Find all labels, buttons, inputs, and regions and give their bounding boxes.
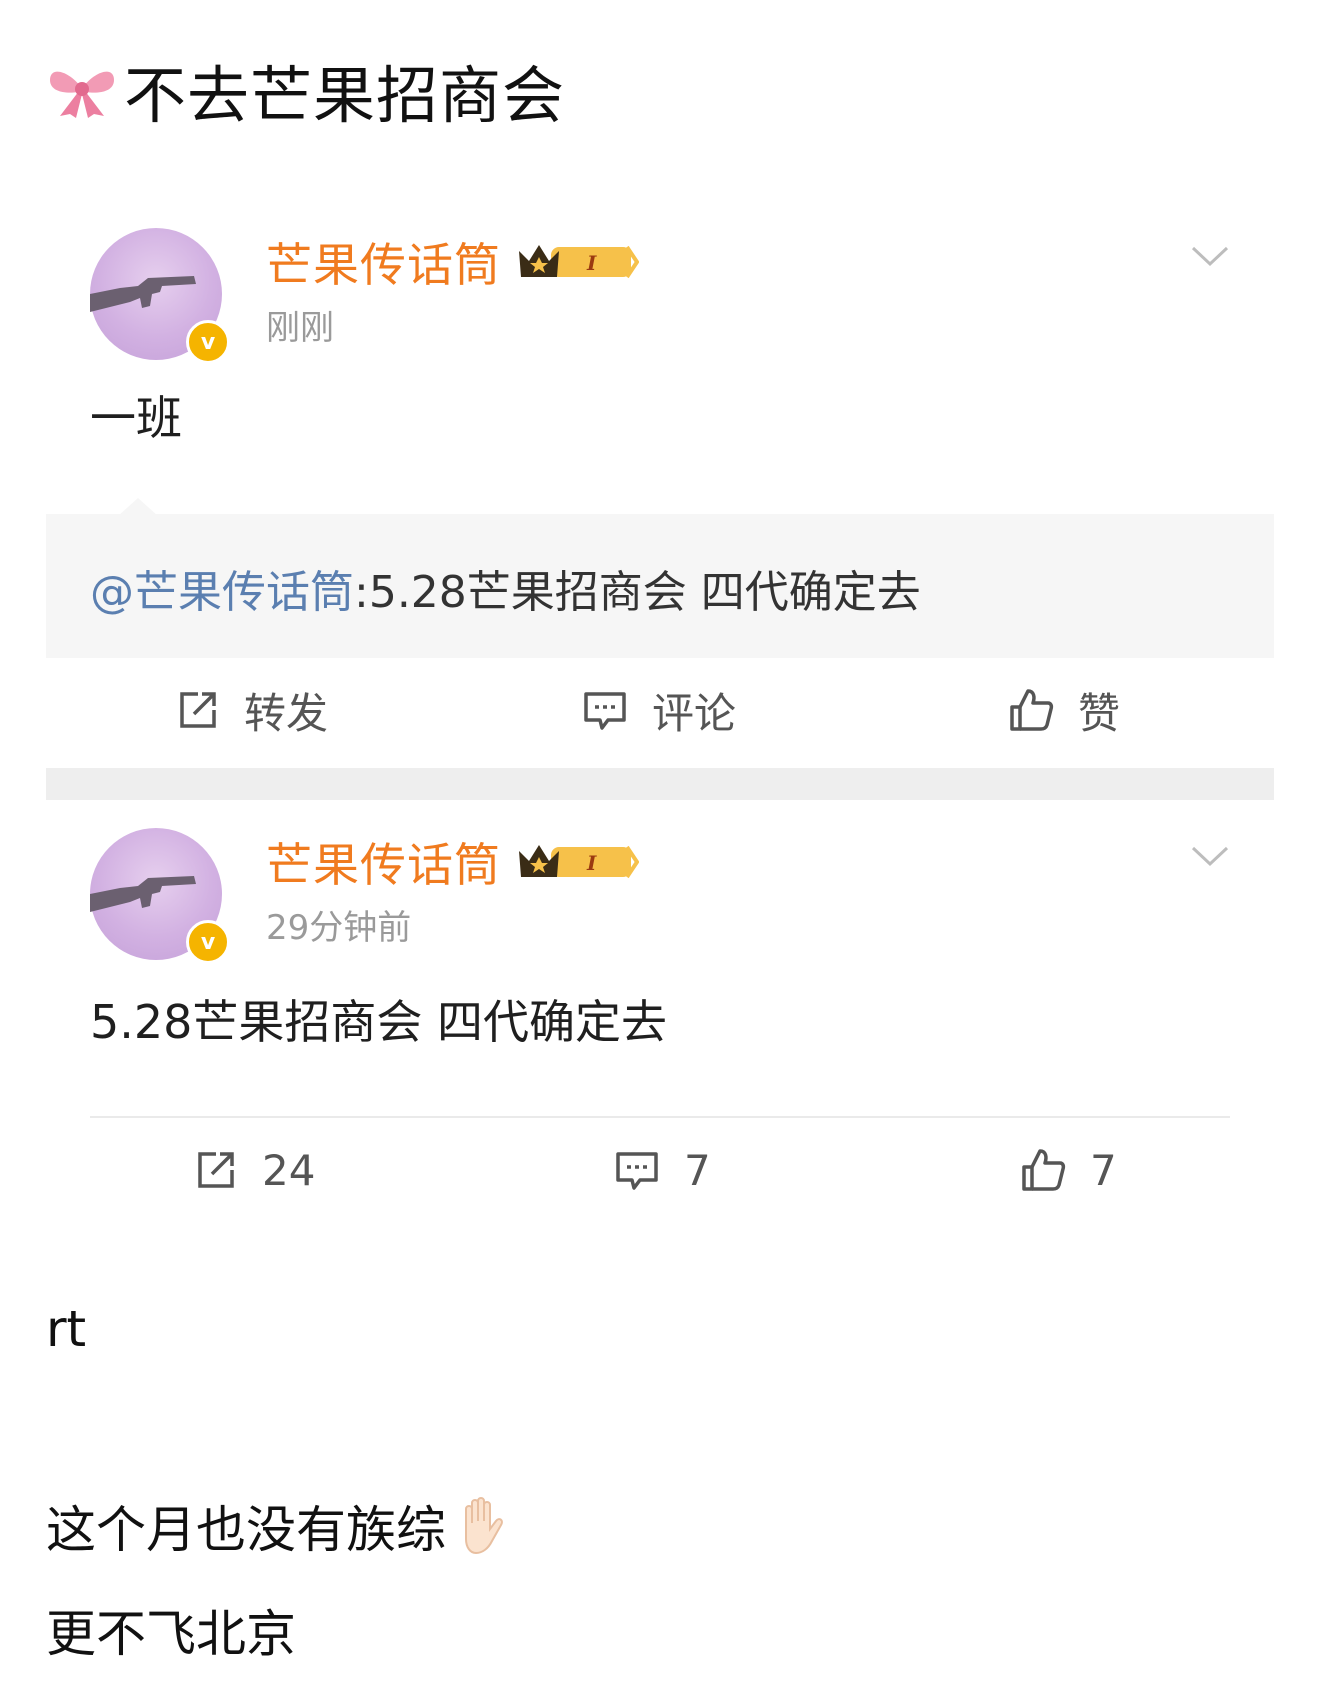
repost-label: 转发 bbox=[244, 688, 329, 738]
share-icon bbox=[198, 1152, 234, 1188]
body-line-3: 更不飞北京 bbox=[46, 1605, 296, 1663]
vip-level: I bbox=[586, 851, 597, 875]
comment-button[interactable]: 7 bbox=[614, 1130, 711, 1210]
ribbon-bow-icon bbox=[50, 71, 114, 118]
divider bbox=[90, 1116, 1230, 1118]
post-text: 一班 bbox=[90, 391, 182, 445]
crown-vip-badge: I bbox=[519, 245, 639, 279]
repost-button[interactable]: 转发 bbox=[176, 670, 328, 750]
username[interactable]: 芒果传话筒 bbox=[266, 829, 501, 895]
original-post-card[interactable]: v 芒果传话筒 I 29分钟前 5.28芒果招商会 四代确定去 24 7 7 bbox=[46, 800, 1274, 1218]
page-title-text: 不去芒果招商会 bbox=[124, 59, 566, 132]
comment-button[interactable]: 评论 bbox=[582, 670, 736, 750]
post-text: 5.28芒果招商会 四代确定去 bbox=[90, 995, 668, 1049]
timestamp: 刚刚 bbox=[266, 308, 334, 348]
like-count: 7 bbox=[1090, 1145, 1117, 1195]
body-line-2: 这个月也没有族综 bbox=[46, 1490, 512, 1562]
mention-link[interactable]: @芒果传话筒 bbox=[90, 567, 354, 618]
quoted-post[interactable]: @芒果传话筒:5.28芒果招商会 四代确定去 bbox=[46, 514, 1274, 658]
card-separator bbox=[46, 768, 1274, 800]
thumbs-up-icon bbox=[1022, 1149, 1066, 1191]
chevron-down-icon[interactable] bbox=[1190, 244, 1230, 268]
timestamp: 29分钟前 bbox=[266, 908, 412, 948]
repost-button[interactable]: 24 bbox=[194, 1130, 315, 1210]
quoted-post-text: @芒果传话筒:5.28芒果招商会 四代确定去 bbox=[90, 556, 921, 620]
verified-badge: v bbox=[186, 320, 230, 364]
page-title: 不去芒果招商会 bbox=[46, 50, 565, 132]
username[interactable]: 芒果传话筒 bbox=[266, 229, 501, 295]
like-button[interactable]: 赞 bbox=[1008, 670, 1120, 750]
quoted-content: :5.28芒果招商会 四代确定去 bbox=[354, 567, 921, 618]
repost-count: 24 bbox=[262, 1145, 316, 1195]
like-button[interactable]: 7 bbox=[1020, 1130, 1117, 1210]
crown-vip-badge: I bbox=[519, 845, 639, 879]
retweet-card[interactable]: v 芒果传话筒 I 刚刚 一班 @芒果传话筒:5.28芒果招商会 四代确定去 转… bbox=[46, 200, 1274, 768]
action-bar: 转发 评论 赞 bbox=[46, 670, 1274, 750]
action-bar: 24 7 7 bbox=[46, 1130, 1274, 1210]
comment-icon bbox=[616, 1152, 658, 1190]
share-icon bbox=[180, 692, 216, 728]
verified-badge: v bbox=[186, 920, 230, 964]
comment-label: 评论 bbox=[652, 688, 737, 738]
raised-hand-icon bbox=[465, 1497, 503, 1555]
like-label: 赞 bbox=[1078, 688, 1121, 738]
chevron-down-icon[interactable] bbox=[1190, 844, 1230, 868]
body-line-1: rt bbox=[46, 1300, 87, 1358]
avatar[interactable]: v bbox=[90, 828, 230, 964]
vip-level: I bbox=[586, 251, 597, 275]
comment-count: 7 bbox=[684, 1145, 711, 1195]
avatar[interactable]: v bbox=[90, 228, 230, 364]
thumbs-up-icon bbox=[1010, 689, 1054, 731]
comment-icon bbox=[584, 692, 626, 730]
